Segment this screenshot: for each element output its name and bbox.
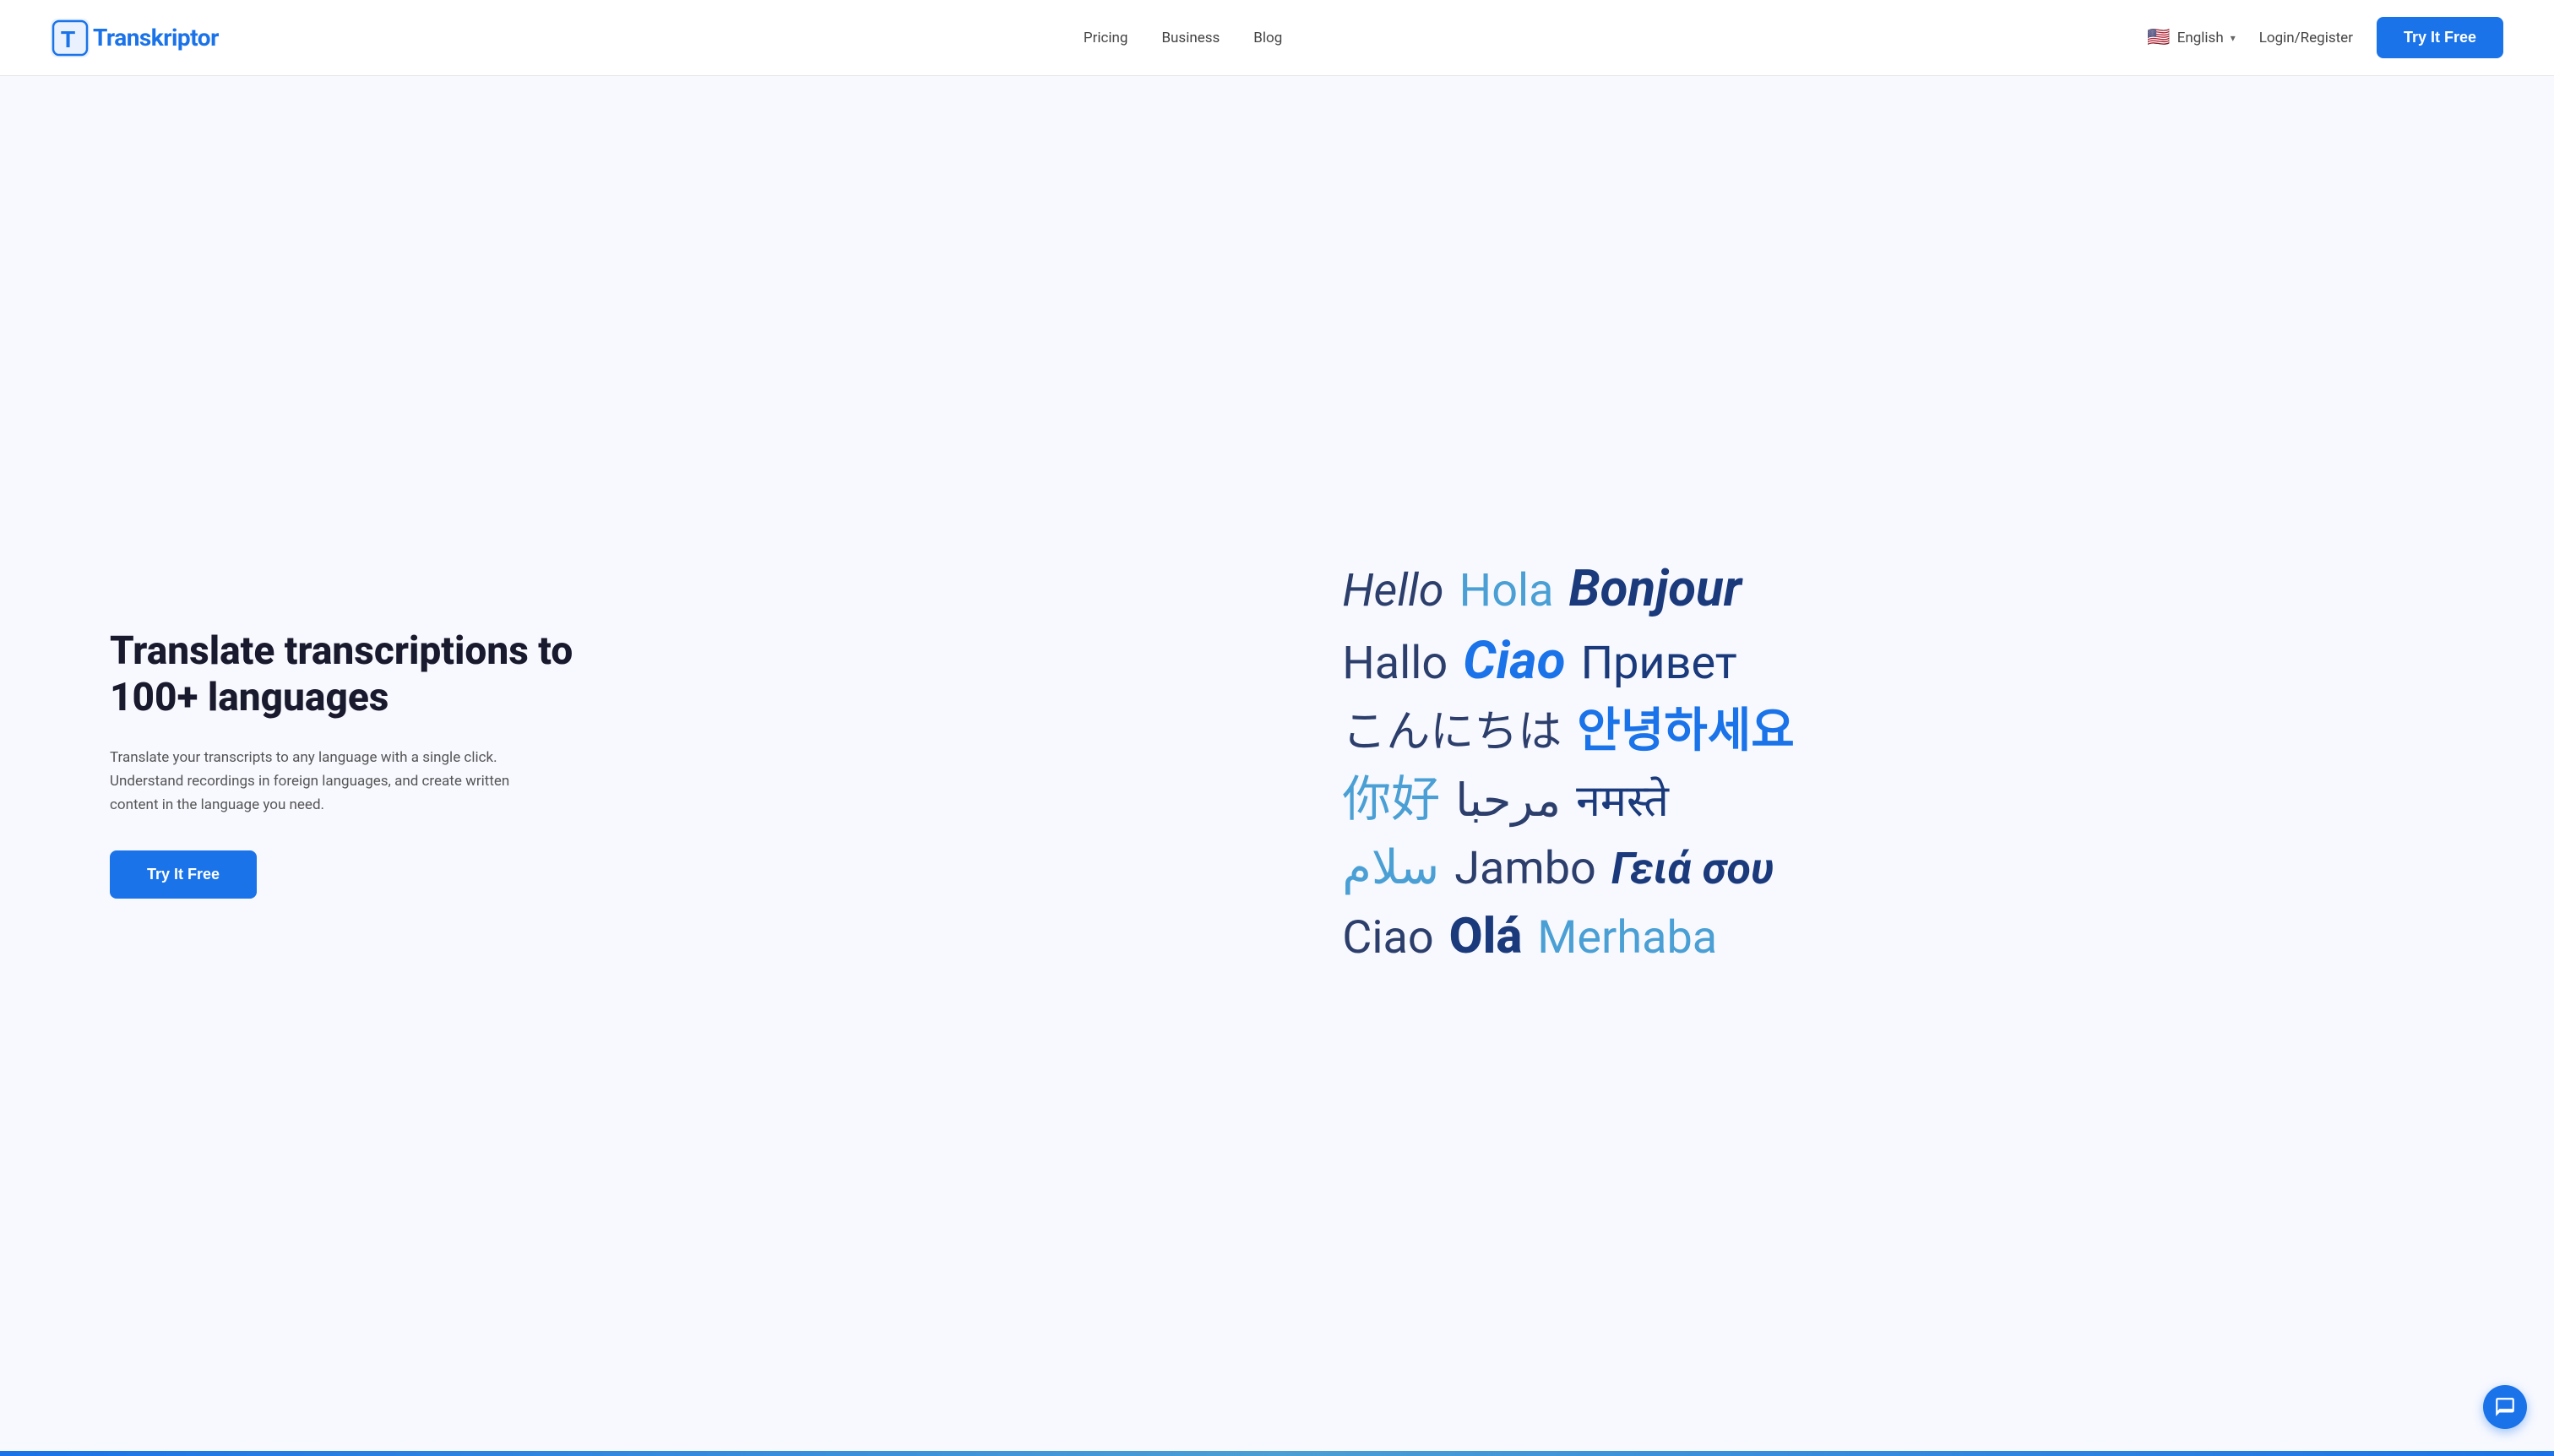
word-hallo: Hallo [1342, 633, 1448, 695]
navbar: T Transkriptor Pricing Business Blog 🇺🇸 … [0, 0, 2554, 76]
hero-try-free-button[interactable]: Try It Free [110, 850, 257, 899]
word-bonjour: Bonjour [1569, 554, 1742, 622]
hero-left: Translate transcriptions to 100+ languag… [110, 628, 617, 899]
flag-icon: 🇺🇸 [2147, 27, 2170, 48]
nav-item-business[interactable]: Business [1161, 30, 1220, 46]
chat-icon [2494, 1396, 2516, 1418]
lang-row-6: Ciao Olá Merhaba [1342, 904, 1795, 970]
word-ciao-italian: Ciao [1463, 626, 1565, 697]
nav-links: Pricing Business Blog [1084, 30, 1282, 46]
chevron-down-icon: ▾ [2231, 32, 2236, 44]
language-selector[interactable]: 🇺🇸 English ▾ [2147, 27, 2235, 48]
word-jambo: Jambo [1454, 839, 1596, 900]
logo[interactable]: T Transkriptor [51, 19, 219, 57]
word-salam: سلام [1342, 836, 1439, 900]
bottom-bar [0, 1451, 2554, 1456]
word-hola: Hola [1459, 561, 1554, 622]
lang-row-1: Hello Hola Bonjour [1342, 554, 1795, 622]
word-annyeong: 안녕하세요 [1577, 699, 1795, 763]
nav-item-blog[interactable]: Blog [1253, 30, 1282, 46]
logo-icon: T [51, 19, 90, 57]
nav-right: 🇺🇸 English ▾ Login/Register Try It Free [2147, 17, 2503, 58]
word-merhaba: Merhaba [1537, 908, 1717, 970]
svg-text:T: T [61, 26, 75, 52]
word-hello: Hello [1342, 561, 1443, 622]
word-nihao: 你好 [1342, 767, 1440, 833]
word-marhaba: مرحبا [1455, 771, 1561, 833]
hero-description: Translate your transcripts to any langua… [110, 746, 549, 817]
word-yiasou: Γειά σου [1611, 839, 1774, 899]
login-register-link[interactable]: Login/Register [2259, 30, 2353, 46]
logo-text: Transkriptor [93, 24, 219, 52]
hero-section: Translate transcriptions to 100+ languag… [0, 76, 2554, 1451]
navbar-try-free-button[interactable]: Try It Free [2377, 17, 2503, 58]
word-konnichiwa: こんにちは [1342, 703, 1562, 762]
lang-row-4: 你好 مرحبا नमस्ते [1342, 767, 1795, 833]
chat-bubble-button[interactable] [2483, 1385, 2527, 1429]
word-ola: Olá [1449, 904, 1523, 970]
hero-right: Hello Hola Bonjour Hallo Ciao Привет こんに… [617, 554, 2470, 974]
hero-title: Translate transcriptions to 100+ languag… [110, 628, 617, 721]
word-namaste: नमस्ते [1576, 772, 1669, 831]
language-cloud: Hello Hola Bonjour Hallo Ciao Привет こんに… [1342, 554, 1795, 974]
word-ciao: Ciao [1342, 908, 1433, 970]
lang-row-3: こんにちは 안녕하세요 [1342, 699, 1795, 763]
word-privet: Привет [1581, 633, 1737, 695]
language-label: English [2177, 30, 2224, 46]
lang-row-5: سلام Jambo Γειά σου [1342, 836, 1795, 900]
nav-item-pricing[interactable]: Pricing [1084, 30, 1128, 46]
lang-row-2: Hallo Ciao Привет [1342, 626, 1795, 697]
